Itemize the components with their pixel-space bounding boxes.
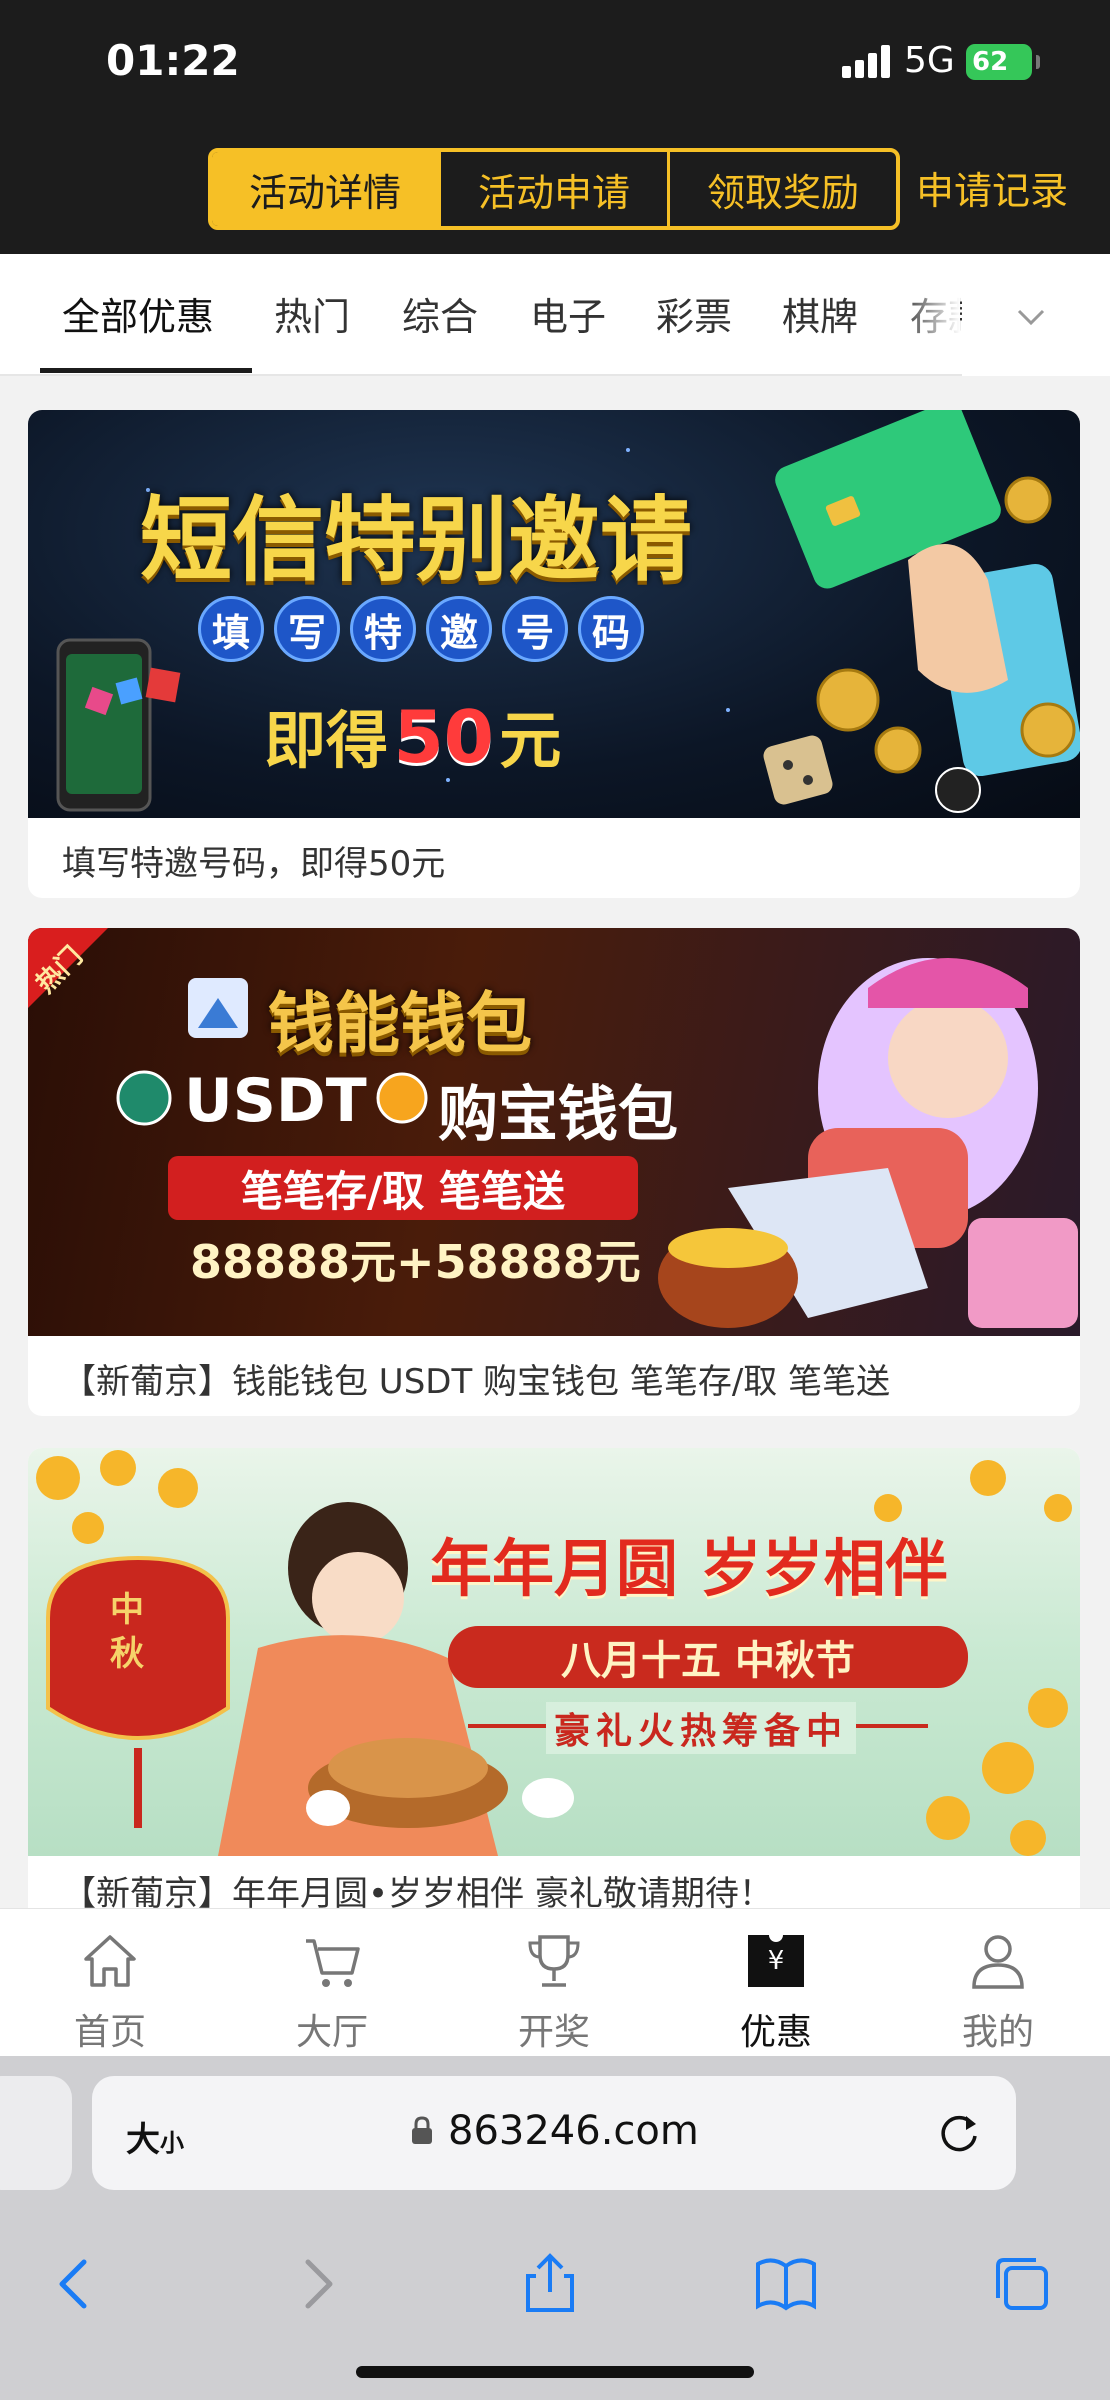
- lock-icon: [412, 2116, 432, 2144]
- browser-toolbar: 大小 863246.com: [0, 2056, 1110, 2400]
- banner-reward-line: 即得 50 元: [264, 690, 561, 780]
- banner-brand: 钱能钱包: [268, 985, 532, 1062]
- banner-pill: 特: [350, 596, 416, 662]
- tabbar-label: 优惠: [739, 2012, 812, 2053]
- url-text[interactable]: 863246.com: [448, 2108, 699, 2154]
- banner-ribbon: 笔笔存/取 笔笔送: [241, 1166, 565, 1216]
- tab-all-offers[interactable]: 全部优惠: [62, 286, 214, 341]
- bottom-tabbar: 首页 大厅 开奖 ¥ 优惠 我的: [0, 1908, 1110, 2056]
- tabbar-label: 首页: [73, 2012, 146, 2053]
- banner-title: 年年月圆 岁岁相伴: [430, 1532, 948, 1605]
- coupon-icon: ¥: [748, 1928, 804, 1987]
- segment-activity-apply[interactable]: 活动申请: [441, 152, 670, 226]
- reload-icon[interactable]: [936, 2110, 982, 2156]
- tabbar-offers[interactable]: ¥ 优惠: [696, 1928, 856, 2055]
- promo-banner-sms-invite[interactable]: 短信特别邀请 填 写 特 邀 号 码 即得 50 元: [28, 410, 1080, 818]
- promo-caption: 填写特邀号码，即得50元: [62, 844, 446, 884]
- tab-chess[interactable]: 棋牌: [782, 286, 858, 341]
- promo-card[interactable]: 短信特别邀请 填 写 特 邀 号 码 即得 50 元 填写特邀号码，即得50元: [28, 410, 1080, 898]
- network-label: 5G: [904, 40, 955, 81]
- banner-reward-suffix: 元: [499, 704, 562, 777]
- banner-pill: 码: [578, 596, 644, 662]
- banner-code-pills: 填 写 特 邀 号 码: [198, 596, 644, 662]
- address-bar[interactable]: 大小 863246.com: [92, 2076, 1016, 2190]
- tabbar-mine[interactable]: 我的: [918, 1929, 1078, 2055]
- tabbar-label: 我的: [961, 2012, 1034, 2053]
- promo-card[interactable]: 中秋 年年月圆 岁岁相伴 八月十五 中秋节 豪礼火热筹备中 【新葡京】年年月圆•…: [28, 1448, 1080, 1908]
- tab-general[interactable]: 综合: [402, 286, 478, 341]
- segment-activity-details[interactable]: 活动详情: [212, 152, 441, 226]
- segment-claim-reward[interactable]: 领取奖励: [670, 152, 896, 226]
- application-record-link[interactable]: 申请记录: [916, 160, 1068, 215]
- home-icon: [84, 1935, 136, 1987]
- bookmarks-icon[interactable]: [754, 2252, 818, 2316]
- battery-level: 62: [972, 47, 1009, 77]
- tabbar-draw[interactable]: 开奖: [474, 1929, 634, 2055]
- home-indicator: [356, 2366, 754, 2378]
- banner-pill: 号: [502, 596, 568, 662]
- tabbar-label: 开奖: [517, 2012, 590, 2053]
- text-size-button[interactable]: 大小: [126, 2112, 184, 2161]
- banner-pill: 邀: [426, 596, 492, 662]
- status-time: 01:22: [106, 36, 240, 85]
- promo-banner-wallet[interactable]: 热门 钱能钱包 USDT 购宝钱包 笔笔存/取 笔笔送 88888元+58888…: [28, 928, 1080, 1336]
- share-icon[interactable]: [518, 2252, 582, 2316]
- banner-bonus-amount: 88888元+58888元: [190, 1235, 641, 1289]
- banner-reward-prefix: 即得: [264, 704, 389, 777]
- tab-electronic[interactable]: 电子: [530, 286, 606, 341]
- tab-lottery[interactable]: 彩票: [656, 286, 732, 341]
- banner-festival: 八月十五 中秋节: [561, 1638, 855, 1684]
- tabbar-home[interactable]: 首页: [30, 1929, 190, 2055]
- text-size-small: 小: [160, 2129, 184, 2157]
- forward-icon[interactable]: [284, 2252, 348, 2316]
- tabs-fade: [900, 254, 960, 376]
- battery-icon: 62: [966, 44, 1040, 80]
- top-header: 01:22 5G 62 活动详情 活动申请 领取奖励 申请记录: [0, 0, 1110, 254]
- trophy-icon: [528, 1935, 580, 1987]
- tab-hot[interactable]: 热门: [274, 286, 350, 341]
- tabs-divider: [0, 374, 962, 376]
- tabbar-hall[interactable]: 大厅: [252, 1929, 412, 2055]
- promo-caption: 【新葡京】年年月圆•岁岁相伴 豪礼敬请期待！: [62, 1874, 773, 1908]
- banner-usdt: USDT: [184, 1066, 367, 1136]
- banner-pill: 写: [274, 596, 340, 662]
- person-icon: [972, 1935, 1024, 1989]
- promo-caption: 【新葡京】钱能钱包 USDT 购宝钱包 笔笔存/取 笔笔送: [62, 1362, 891, 1402]
- cart-icon: [306, 1939, 360, 1987]
- banner-title: 短信特别邀请: [140, 487, 693, 594]
- lantern-label: 中秋: [110, 1590, 144, 1674]
- svg-text:¥: ¥: [768, 1946, 785, 1976]
- category-tabs: 全部优惠 热门 综合 电子 彩票 棋牌 存款: [0, 254, 1110, 376]
- promo-banner-mid-autumn[interactable]: 中秋 年年月圆 岁岁相伴 八月十五 中秋节 豪礼火热筹备中: [28, 1448, 1080, 1856]
- banner-reward-amount: 50: [393, 695, 494, 779]
- activity-segment-control: 活动详情 活动申请 领取奖励: [208, 148, 900, 230]
- banner-wallet-name: 购宝钱包: [438, 1080, 678, 1150]
- chevron-down-icon[interactable]: [1016, 302, 1046, 332]
- tabbar-label: 大厅: [295, 2012, 368, 2053]
- previous-tab-pill[interactable]: [0, 2076, 72, 2190]
- signal-icon: [842, 44, 894, 78]
- banner-pill: 填: [198, 596, 264, 662]
- tabs-icon[interactable]: [990, 2252, 1054, 2316]
- text-size-large: 大: [126, 2120, 160, 2160]
- banner-subline: 豪礼火热筹备中: [546, 1702, 857, 1754]
- active-tab-indicator: [40, 368, 252, 373]
- promo-card[interactable]: 热门 钱能钱包 USDT 购宝钱包 笔笔存/取 笔笔送 88888元+58888…: [28, 928, 1080, 1416]
- back-icon[interactable]: [44, 2252, 108, 2316]
